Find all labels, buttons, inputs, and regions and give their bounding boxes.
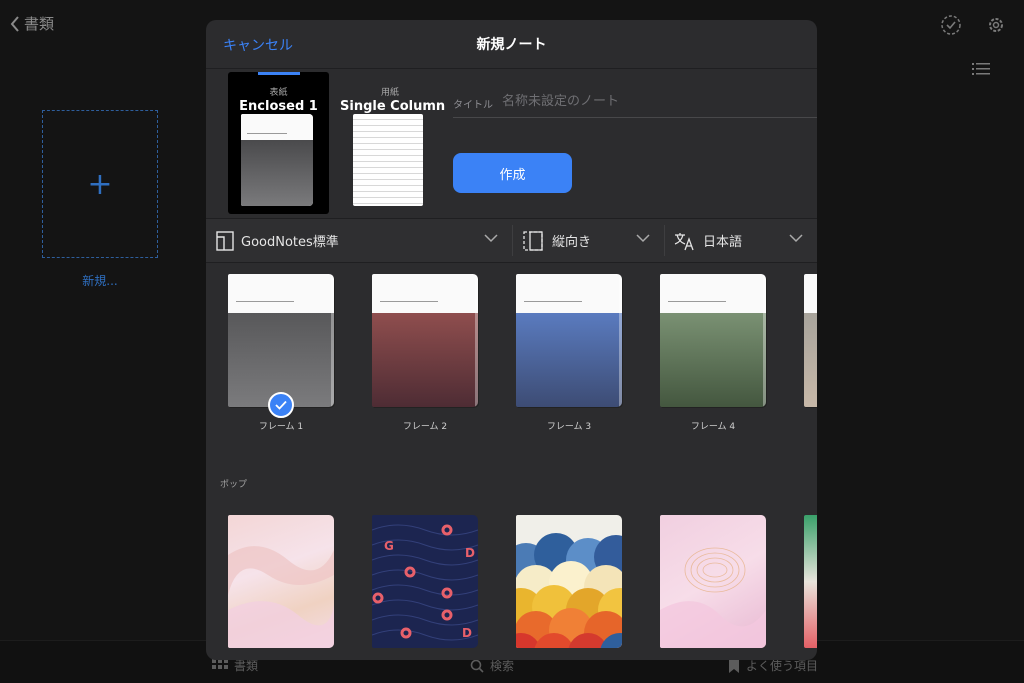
orientation-dropdown[interactable]: 縦向き	[523, 219, 591, 262]
cover-option-indicator	[258, 72, 300, 75]
cover-pop-5-partial[interactable]	[804, 515, 817, 648]
filter-divider	[512, 225, 513, 256]
filter-divider	[664, 225, 665, 256]
orientation-label: 縦向き	[552, 235, 592, 250]
cover-label: フレーム 1	[258, 422, 304, 432]
chevron-down-icon[interactable]	[484, 234, 498, 243]
cover-pop-3[interactable]	[516, 515, 622, 648]
cover-pop-1[interactable]	[228, 515, 334, 648]
cover-label: フレーム 3	[546, 422, 592, 432]
template-set-icon	[216, 230, 234, 251]
bookmark-icon	[729, 658, 739, 673]
cover-frame-1[interactable]	[228, 274, 334, 407]
search-icon	[470, 659, 484, 673]
template-set-dropdown[interactable]: GoodNotes標準	[216, 219, 339, 262]
cover-preview[interactable]	[241, 114, 313, 206]
cover-frame-5-partial[interactable]	[804, 274, 817, 407]
chevron-left-icon	[10, 15, 19, 32]
select-check-icon[interactable]	[940, 14, 962, 36]
svg-text:G: G	[384, 539, 394, 553]
create-button[interactable]: 作成	[453, 153, 572, 193]
svg-text:D: D	[462, 626, 472, 640]
new-document-tile[interactable]: +	[42, 110, 158, 258]
language-label: 日本語	[703, 235, 743, 250]
title-field-label: タイトル	[453, 100, 493, 111]
gear-icon[interactable]	[985, 14, 1007, 36]
paper-preview[interactable]	[353, 114, 423, 206]
section-header-pop: ポップ	[220, 480, 248, 490]
cover-label: フレーム 2	[402, 422, 448, 432]
list-view-icon[interactable]	[970, 58, 992, 80]
orientation-icon	[523, 230, 543, 251]
selected-checkmark-icon	[268, 392, 294, 418]
cover-option-caption: 表紙	[269, 88, 288, 98]
title-underline	[453, 117, 817, 118]
modal-title: 新規ノート	[476, 37, 547, 53]
back-label: 書類	[24, 15, 55, 33]
cover-label: フレーム 4	[690, 422, 736, 432]
language-dropdown[interactable]: 日本語	[674, 219, 742, 262]
paper-option-caption: 用紙	[380, 88, 399, 98]
cover-option-name: Enclosed 1	[239, 99, 318, 114]
new-note-modal: キャンセル 新規ノート 表紙 Enclosed 1 用紙 Single Colu…	[206, 20, 817, 660]
new-document-label: 新規...	[82, 274, 118, 288]
template-set-label: GoodNotes標準	[241, 235, 339, 250]
svg-text:D: D	[465, 546, 475, 560]
grid-icon	[212, 658, 228, 669]
title-input[interactable]	[500, 93, 804, 110]
cover-gallery: フレーム 1 フレーム 2 フレーム 3 フレーム 4 ポップ G D D	[206, 262, 817, 660]
translate-icon	[674, 232, 694, 250]
cover-frame-3[interactable]	[516, 274, 622, 407]
paper-option-name: Single Column	[340, 99, 446, 114]
chevron-down-icon[interactable]	[636, 234, 650, 243]
cover-pop-2[interactable]: G D D	[372, 515, 478, 648]
cover-frame-4[interactable]	[660, 274, 766, 407]
filter-bar: GoodNotes標準 縦向き 日本語	[206, 218, 817, 263]
back-button[interactable]: 書類	[10, 13, 54, 34]
plus-icon: +	[87, 166, 113, 202]
modal-header: キャンセル 新規ノート	[206, 20, 817, 69]
cover-frame-2[interactable]	[372, 274, 478, 407]
chevron-down-icon[interactable]	[789, 234, 803, 243]
cover-pop-4[interactable]	[660, 515, 766, 648]
